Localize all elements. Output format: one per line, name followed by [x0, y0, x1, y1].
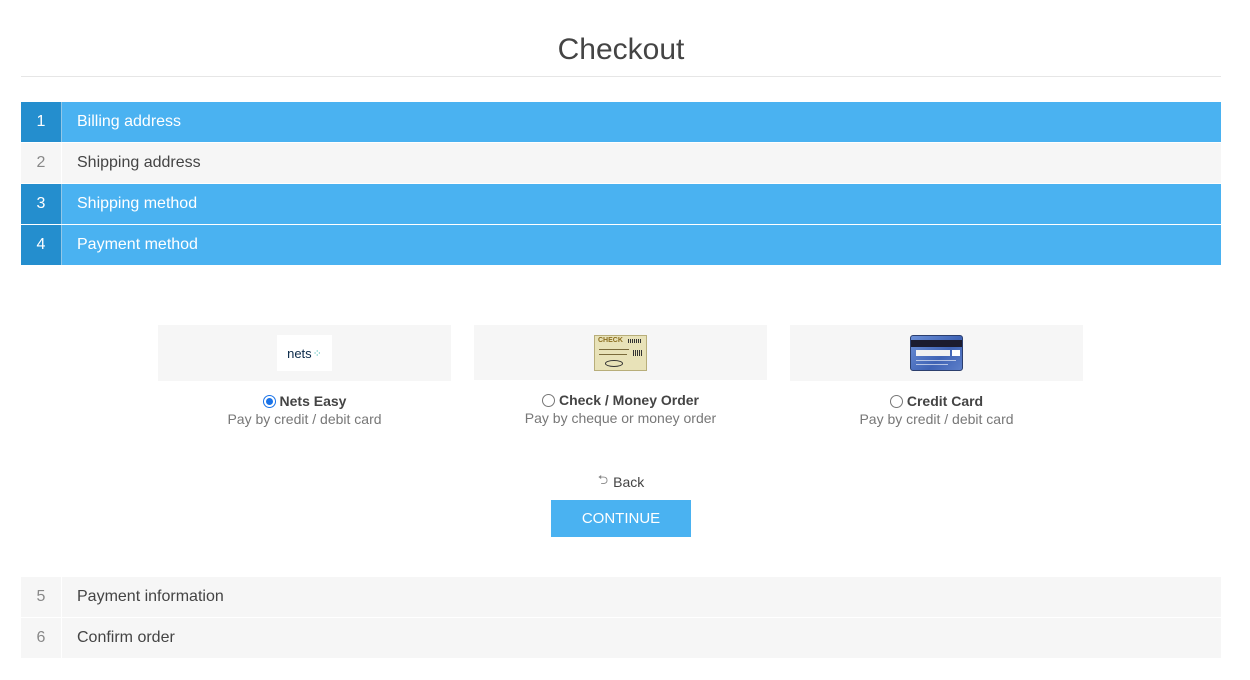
- payment-method-description: Pay by credit / debit card: [227, 411, 382, 427]
- step-payment-method[interactable]: 4 Payment method: [21, 225, 1221, 265]
- payment-method-name[interactable]: Check / Money Order: [559, 392, 699, 408]
- step-number: 4: [21, 225, 62, 265]
- step-label: Confirm order: [77, 629, 175, 646]
- step-label: Payment information: [77, 588, 224, 605]
- payment-option-nets-easy[interactable]: nets ⁘ Nets Easy Pay by credit / debit ca…: [158, 325, 451, 427]
- step-confirm-order[interactable]: 6 Confirm order: [21, 618, 1221, 658]
- payment-method-name[interactable]: Credit Card: [907, 393, 983, 409]
- step-number: 2: [21, 143, 62, 183]
- payment-option-check-money-order[interactable]: CHECK Check / Money Order Pay by cheque …: [474, 325, 767, 426]
- step-shipping-method[interactable]: 3 Shipping method: [21, 184, 1221, 224]
- payment-method-name[interactable]: Nets Easy: [280, 393, 347, 409]
- step-number: 1: [21, 102, 62, 142]
- step-label: Payment method: [77, 236, 198, 253]
- step-number: 5: [21, 577, 62, 617]
- payment-method-description: Pay by credit / debit card: [859, 411, 1014, 427]
- step-shipping-address[interactable]: 2 Shipping address: [21, 143, 1221, 183]
- step-label: Shipping address: [77, 154, 201, 171]
- step-number: 6: [21, 618, 62, 658]
- check-icon: CHECK: [594, 334, 647, 371]
- back-label[interactable]: Back: [613, 474, 644, 490]
- step-payment-information[interactable]: 5 Payment information: [21, 577, 1221, 617]
- payment-radio-credit-card[interactable]: [889, 394, 903, 408]
- payment-method-description: Pay by cheque or money order: [524, 410, 717, 426]
- credit-card-icon: [910, 335, 963, 371]
- payment-logo-box[interactable]: nets ⁘: [158, 325, 451, 381]
- back-link[interactable]: ⮌ Back: [571, 472, 671, 491]
- nets-logo-icon: nets ⁘: [277, 335, 332, 371]
- step-number: 3: [21, 184, 62, 224]
- payment-logo-box[interactable]: [790, 325, 1083, 381]
- payment-logo-box[interactable]: CHECK: [474, 325, 767, 380]
- step-label: Shipping method: [77, 195, 198, 212]
- title-divider: [21, 76, 1221, 77]
- payment-radio-check-money-order[interactable]: [541, 393, 555, 407]
- step-label: Billing address: [77, 113, 182, 130]
- payment-radio-nets-easy[interactable]: [262, 394, 276, 408]
- continue-button[interactable]: CONTINUE: [551, 500, 691, 537]
- payment-option-credit-card[interactable]: Credit Card Pay by credit / debit card: [790, 325, 1083, 427]
- back-arrow-icon: ⮌: [597, 472, 609, 487]
- step-billing-address[interactable]: 1 Billing address: [21, 102, 1221, 142]
- page-title: Checkout: [557, 33, 685, 66]
